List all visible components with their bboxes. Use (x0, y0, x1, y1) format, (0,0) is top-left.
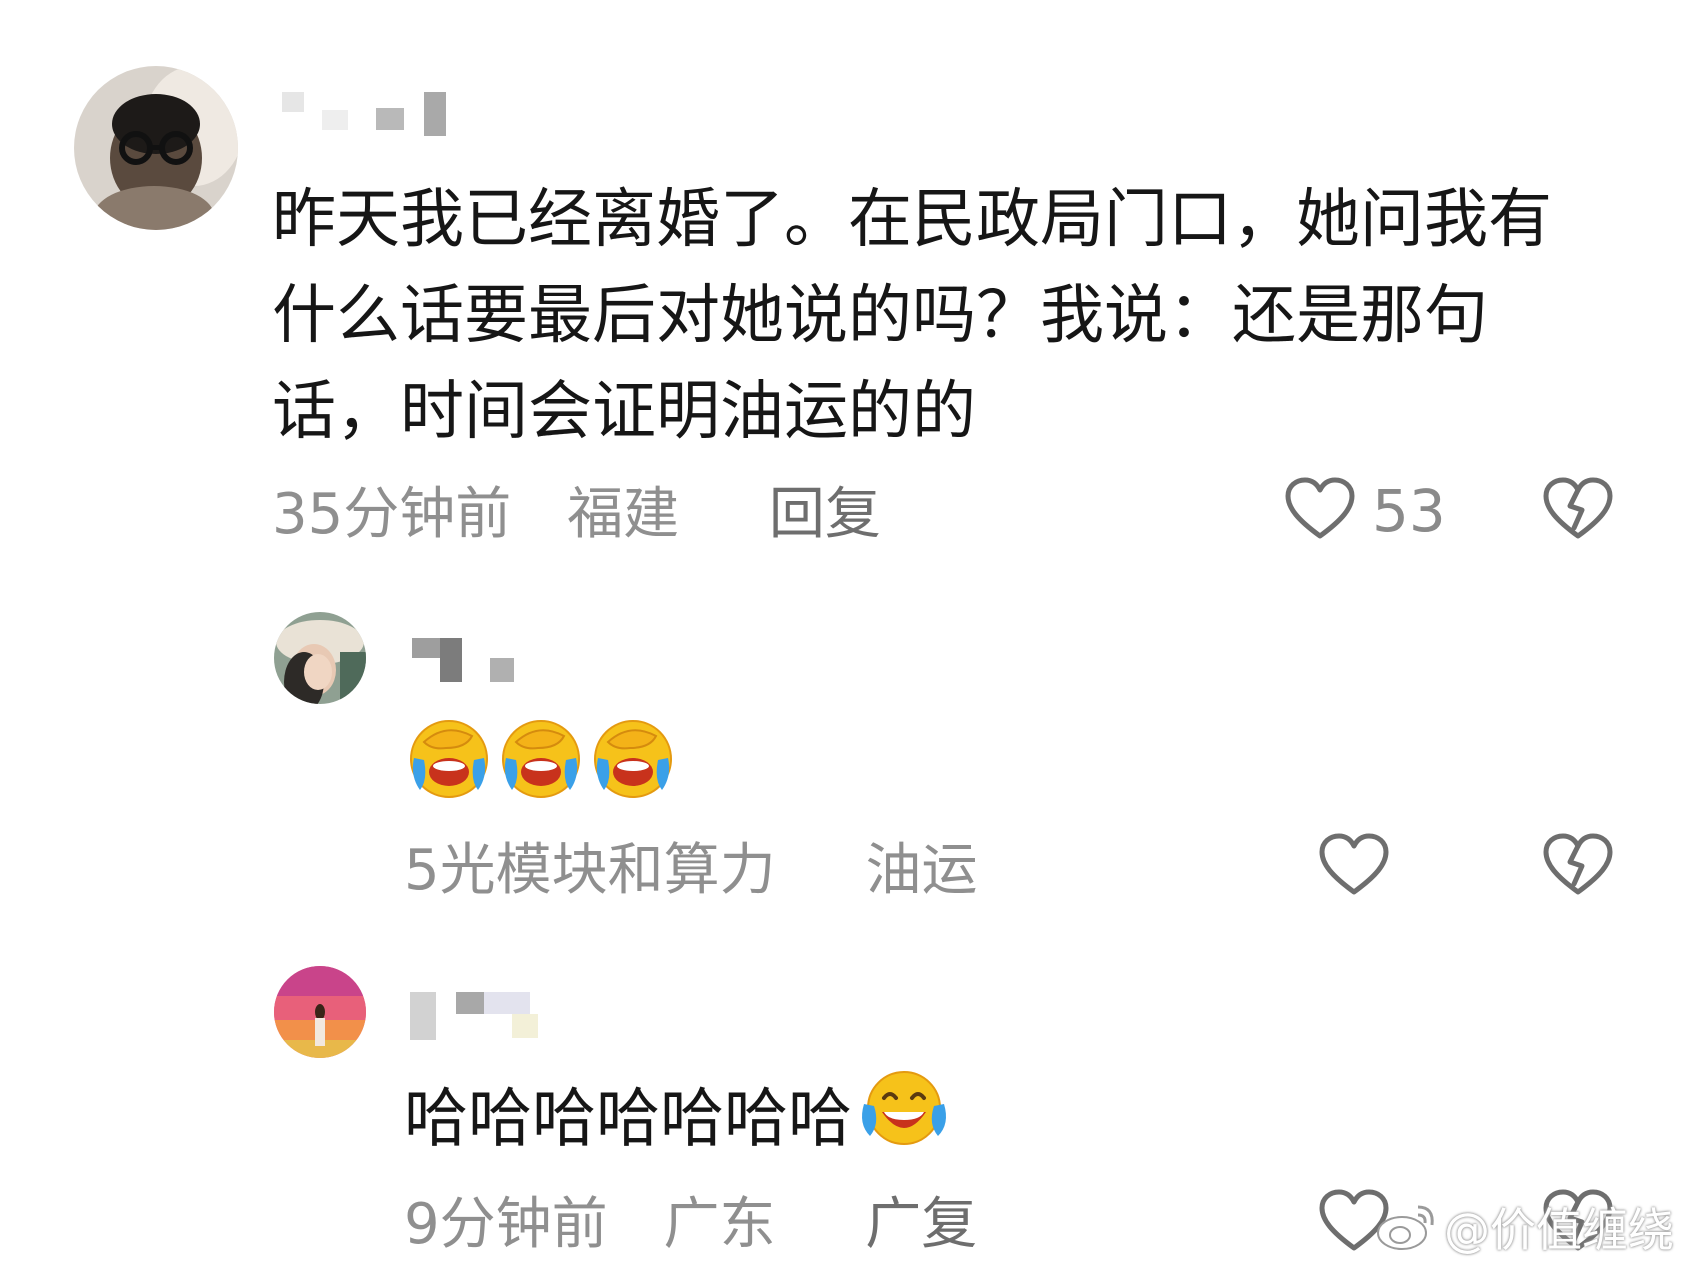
crying-laughing-cover-face-icon (406, 714, 492, 804)
emoji-row (406, 714, 676, 800)
comment-text-line: 哈哈哈哈哈哈哈 (404, 1082, 852, 1157)
comment-text: 哈哈哈哈哈哈哈 (404, 1064, 950, 1175)
like-button[interactable] (1318, 832, 1390, 898)
comment-text-line: 什么话要最后对她说的吗？我说：还是那句 (272, 279, 1488, 353)
heart-icon (1319, 833, 1389, 895)
comment-text: 昨天我已经离婚了。在民政局门口，她问我有 什么话要最后对她说的吗？我说：还是那句… (272, 172, 1652, 460)
avatar[interactable] (274, 966, 366, 1058)
crying-laughing-cover-face-icon (498, 714, 584, 804)
comment-meta: 35分钟前 福建 回复 (272, 480, 881, 550)
like-button[interactable] (1284, 476, 1356, 542)
crying-laughing-cover-face-icon (590, 714, 676, 804)
comment-meta: 9分钟前 广东 广复 (404, 1190, 977, 1260)
location: 广东 (663, 1192, 776, 1257)
comment-meta: 5光模块和算力 油运 (404, 836, 977, 906)
username-redacted[interactable] (412, 636, 514, 682)
watermark: @价值缠绕 (1374, 1194, 1674, 1260)
dislike-button[interactable] (1542, 832, 1614, 898)
dislike-button[interactable] (1542, 476, 1614, 542)
broken-heart-icon (1543, 833, 1613, 895)
watermark-text: @价值缠绕 (1444, 1203, 1674, 1257)
heart-icon (1285, 477, 1355, 539)
location: 福建 (567, 482, 680, 547)
like-count: 53 (1372, 477, 1446, 545)
weibo-logo-icon (1377, 1205, 1434, 1250)
timestamp: 5光模块和算力 (404, 838, 776, 903)
reply-button[interactable]: 回复 (769, 480, 881, 550)
timestamp: 9分钟前 (404, 1192, 608, 1257)
comment-thread: 昨天我已经离婚了。在民政局门口，她问我有 什么话要最后对她说的吗？我说：还是那句… (0, 0, 1692, 1280)
avatar[interactable] (274, 612, 366, 704)
tears-of-joy-icon (858, 1064, 950, 1175)
location: 油运 (865, 838, 978, 903)
avatar[interactable] (74, 66, 238, 230)
reply-button[interactable]: 广复 (865, 1190, 977, 1260)
timestamp: 35分钟前 (272, 482, 512, 547)
username-redacted-piece (512, 1014, 538, 1038)
username-redacted[interactable] (282, 92, 446, 142)
comment-text-line: 话，时间会证明油运的的 (272, 375, 976, 449)
comment-text-line: 昨天我已经离婚了。在民政局门口，她问我有 (272, 183, 1552, 257)
broken-heart-icon (1543, 477, 1613, 539)
